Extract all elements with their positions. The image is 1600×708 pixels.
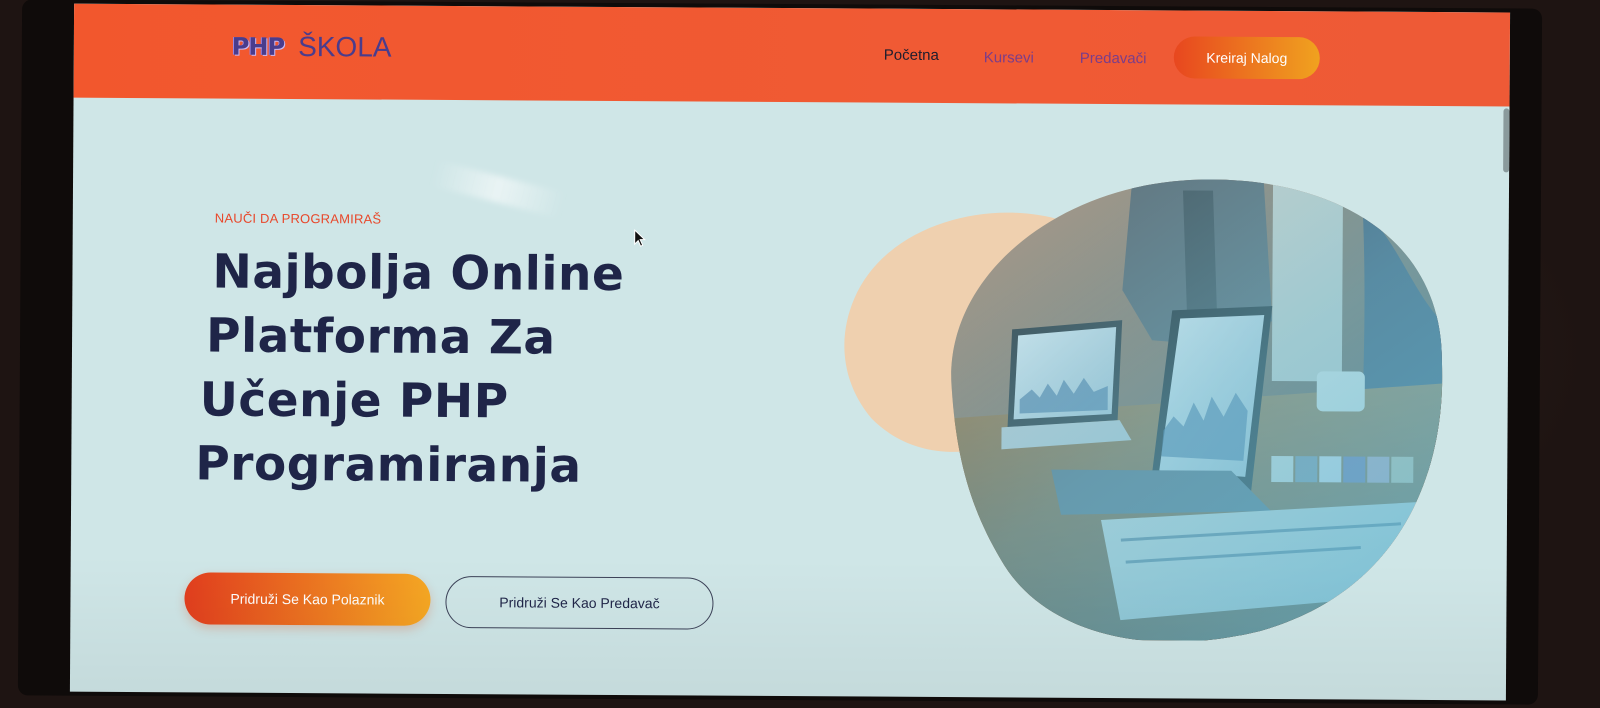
hero-illustration	[844, 177, 1444, 643]
logo-mark: PHP	[231, 32, 285, 61]
hero-eyebrow: NAUČI DA PROGRAMIRAŠ	[214, 210, 382, 227]
top-navbar: PHP ŠKOLA Početna Kursevi Predavači Krei…	[73, 3, 1511, 107]
hero-title: Najbolja Online Platforma Za Učenje PHP …	[195, 240, 717, 499]
join-as-student-button[interactable]: Pridruži Se Kao Polaznik	[184, 572, 431, 626]
create-account-button[interactable]: Kreiraj Nalog	[1173, 36, 1320, 80]
arrow-cursor-icon	[634, 229, 646, 247]
hero-title-line: Programiranja	[195, 436, 582, 494]
nav-item-courses[interactable]: Kursevi	[984, 49, 1034, 66]
browser-viewport: PHP ŠKOLA Početna Kursevi Predavači Krei…	[69, 3, 1511, 701]
page-scrollbar[interactable]	[1503, 108, 1510, 173]
hero-title-line: Učenje PHP	[199, 372, 509, 430]
site-logo[interactable]: PHP ŠKOLA	[232, 27, 392, 68]
hero-title-line: Najbolja Online	[212, 244, 625, 303]
logo-name: ŠKOLA	[298, 31, 392, 63]
laptop-screen: PHP ŠKOLA Početna Kursevi Predavači Krei…	[17, 0, 1543, 705]
nav-item-home[interactable]: Početna	[884, 47, 939, 64]
join-as-teacher-button[interactable]: Pridruži Se Kao Predavač	[445, 575, 714, 630]
screen-glare	[431, 160, 565, 218]
hero-title-line: Platforma Za	[205, 308, 556, 366]
nav-item-teachers[interactable]: Predavači	[1080, 50, 1147, 67]
